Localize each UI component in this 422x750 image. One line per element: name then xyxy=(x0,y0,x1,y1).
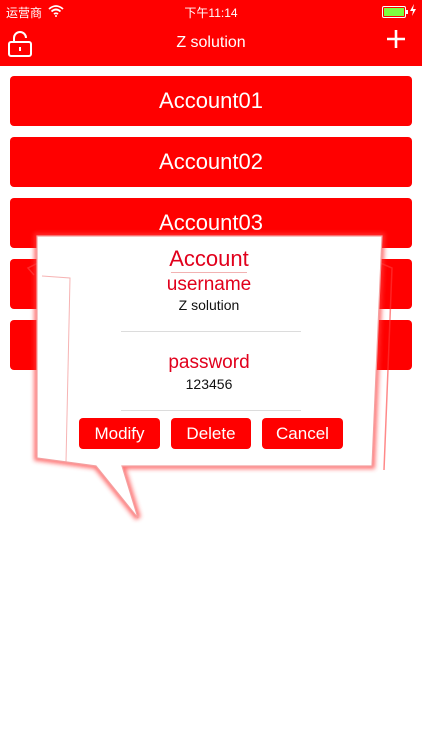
title-divider xyxy=(171,272,247,273)
delete-button[interactable]: Delete xyxy=(171,418,251,449)
cancel-button[interactable]: Cancel xyxy=(262,418,343,449)
username-value: Z solution xyxy=(178,297,240,313)
username-label: username xyxy=(166,274,252,295)
divider xyxy=(121,410,301,411)
password-label: password xyxy=(168,352,250,373)
modify-button[interactable]: Modify xyxy=(79,418,160,449)
divider xyxy=(121,331,301,332)
dialog-title: Account xyxy=(169,246,249,271)
account-dialog: Account username Z solution password 123… xyxy=(36,236,382,466)
password-value: 123456 xyxy=(185,376,233,392)
